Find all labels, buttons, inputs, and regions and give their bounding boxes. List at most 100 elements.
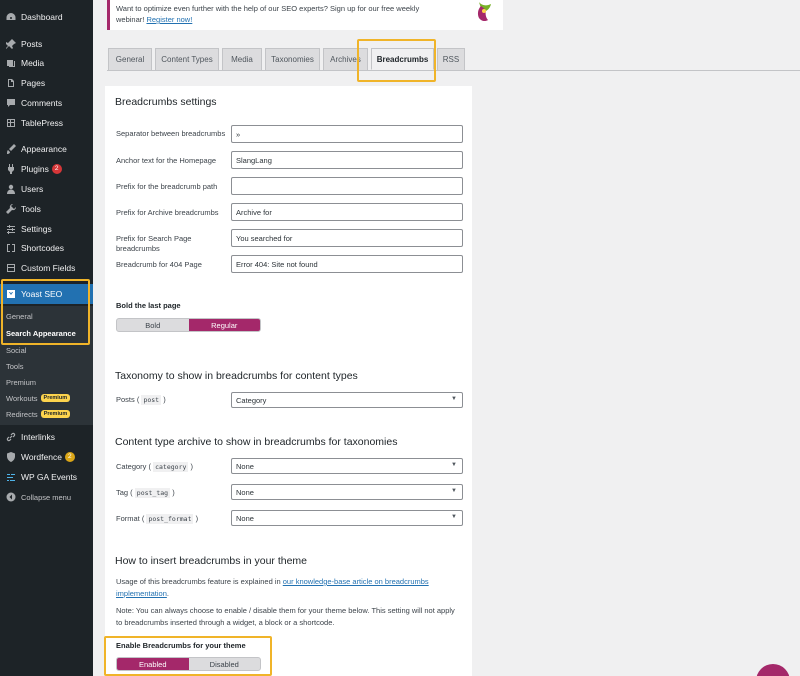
chevron-down-icon: ▼ [451,488,457,494]
submenu-item-general[interactable]: General [6,309,33,323]
sidebar-item-shortcodes[interactable]: Shortcodes [0,239,93,257]
submenu-item-label: Redirects [6,409,38,419]
sidebar-item-wp-ga-events[interactable]: WP GA Events [0,468,93,486]
format-archive-select[interactable]: None ▼ [231,510,463,526]
tab-taxonomies[interactable]: Taxonomies [265,48,320,70]
chevron-down-icon: ▼ [451,396,457,402]
sidebar-item-pages[interactable]: Pages [0,74,93,92]
sidebar-item-settings[interactable]: Settings [0,220,93,238]
sidebar-item-label: Yoast SEO [21,289,63,299]
sidebar-item-dashboard[interactable]: Dashboard [0,8,93,26]
field-label-separator: Separator between breadcrumbs [116,129,226,138]
sidebar-item-label: Posts [21,39,43,49]
events-icon [5,471,17,483]
brush-icon [5,143,17,155]
sidebar-item-label: TablePress [21,118,64,128]
submenu-item-social[interactable]: Social [6,343,26,357]
breadcrumb-404-input[interactable]: Error 404: Site not found [231,255,463,273]
sidebar-item-posts[interactable]: Posts [0,35,93,53]
media-icon [5,57,17,69]
field-label-format: Format ( post_format ) [116,514,231,524]
sidebar-item-wordfence[interactable]: Wordfence 2 [0,448,93,466]
section-title-breadcrumbs-settings: Breadcrumbs settings [115,96,217,108]
section-title-insert: How to insert breadcrumbs in your theme [115,555,307,567]
collapse-menu-button[interactable]: Collapse menu [0,488,93,506]
sidebar-item-label: Plugins [21,164,49,174]
toggle-option-disabled[interactable]: Disabled [189,658,261,670]
sidebar-item-tablepress[interactable]: TablePress [0,114,93,132]
user-icon [5,183,17,195]
shield-icon [5,451,17,463]
usage-end: . [166,589,169,598]
usage-description: Usage of this breadcrumbs feature is exp… [116,576,461,600]
sidebar-item-interlinks[interactable]: Interlinks [0,428,93,446]
separator-input[interactable]: » [231,125,463,143]
sidebar-item-media[interactable]: Media [0,54,93,72]
submenu-item-redirects[interactable]: Redirects Premium [6,407,71,421]
sidebar-item-yoast-seo[interactable]: Yoast SEO [0,284,93,304]
submenu-item-label: Workouts [6,393,38,403]
submenu-item-search-appearance[interactable]: Search Appearance [6,326,76,340]
toggle-option-regular[interactable]: Regular [188,319,260,331]
sidebar-item-users[interactable]: Users [0,180,93,198]
select-value: None [236,487,254,497]
tab-content-types[interactable]: Content Types [155,48,219,70]
admin-sidebar: Dashboard Posts Media Pages Comments Tab… [0,0,93,676]
sidebar-item-custom-fields[interactable]: Custom Fields [0,259,93,277]
sidebar-item-label: Users [21,184,44,194]
tab-divider [107,70,800,71]
field-label-category: Category ( category ) [116,462,231,472]
field-label-tag: Tag ( post_tag ) [116,488,231,498]
tag-archive-select[interactable]: None ▼ [231,484,463,500]
tab-rss[interactable]: RSS [437,48,465,70]
wordfence-badge: 2 [64,452,75,462]
plugins-update-badge: 2 [51,164,62,174]
submenu-item-tools[interactable]: Tools [6,359,24,373]
toggle-option-enabled[interactable]: Enabled [117,658,189,670]
prefix-path-input[interactable] [231,177,463,195]
field-label-prefix-path: Prefix for the breadcrumb path [116,182,218,191]
field-label-homepage-anchor: Anchor text for the Homepage [116,156,217,165]
bold-last-page-toggle: Bold Regular [116,318,261,332]
register-link[interactable]: Register now! [146,15,192,24]
tab-archives[interactable]: Archives [323,48,368,70]
sidebar-item-appearance[interactable]: Appearance [0,140,93,158]
wrench-icon [5,203,17,215]
homepage-anchor-input[interactable]: SlangLang [231,151,463,169]
yoast-mascot-illustration [477,2,491,22]
toggle-option-bold[interactable]: Bold [117,319,189,331]
tab-breadcrumbs[interactable]: Breadcrumbs [371,48,434,70]
section-title-taxonomy: Taxonomy to show in breadcrumbs for cont… [115,370,358,382]
brackets-icon [5,242,17,254]
sidebar-item-label: Collapse menu [21,492,72,502]
chevron-down-icon: ▼ [451,462,457,468]
sidebar-item-plugins[interactable]: Plugins 2 [0,160,93,178]
tab-media[interactable]: Media [222,48,262,70]
submenu-item-workouts[interactable]: Workouts Premium [6,391,71,405]
sidebar-item-label: Dashboard [21,12,63,22]
sidebar-item-label: Settings [21,224,52,234]
field-label-search-prefix: Prefix for Search Page breadcrumbs [116,234,192,253]
submenu-item-premium[interactable]: Premium [6,375,36,389]
search-prefix-input[interactable]: You searched for [231,229,463,247]
sidebar-item-label: Media [21,58,45,68]
posts-taxonomy-select[interactable]: Category ▼ [231,392,463,408]
label-suffix: ) [172,488,175,497]
sidebar-item-label: WP GA Events [21,472,78,482]
breadcrumbs-settings-panel: Breadcrumbs settings Separator between b… [105,86,472,676]
chevron-down-icon: ▼ [451,514,457,520]
tab-general[interactable]: General [108,48,152,70]
archive-prefix-input[interactable]: Archive for [231,203,463,221]
select-value: None [236,461,254,471]
comment-icon [5,97,17,109]
sidebar-item-comments[interactable]: Comments [0,94,93,112]
sidebar-item-tools[interactable]: Tools [0,200,93,218]
help-button[interactable] [756,664,790,676]
taxonomy-code: category [153,462,189,472]
taxonomy-code: post_format [146,514,194,524]
label-text: Format ( [116,514,145,523]
select-value: Category [236,395,267,405]
category-archive-select[interactable]: None ▼ [231,458,463,474]
premium-badge: Premium [40,394,71,402]
sidebar-item-label: Tools [21,204,41,214]
